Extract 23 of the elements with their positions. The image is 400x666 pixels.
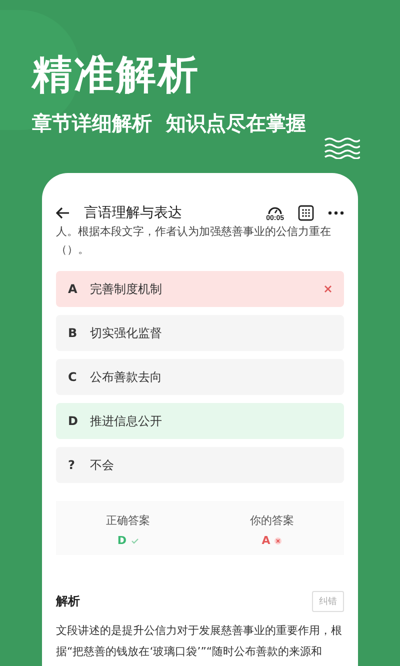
answer-option[interactable]: B 切实强化监督 — [56, 315, 344, 351]
cross-icon — [274, 536, 282, 544]
answer-option[interactable]: ? 不会 — [56, 447, 344, 483]
answer-label: 你的答案 — [250, 513, 294, 528]
cross-icon — [324, 285, 332, 293]
analysis-text: 文段讲述的是提升公信力对于发展慈善事业的重要作用，根据“把慈善的钱放在‘玻璃口袋’”“随时公布善款的来源和 — [56, 623, 343, 660]
more-button[interactable] — [328, 211, 344, 215]
answer-label: 正确答案 — [106, 513, 150, 528]
header-title: 言语理解与表达 — [84, 204, 183, 222]
answer-option[interactable]: A 完善制度机制 — [56, 271, 344, 307]
wave-icon — [324, 137, 360, 159]
answer-option[interactable]: C 公布善款去向 — [56, 359, 344, 395]
answer-sheet-button[interactable] — [298, 205, 314, 221]
question-text: 人。根据本段文字，作者认为加强慈善事业的公信力重在（）。 — [56, 224, 332, 258]
answer-value: D — [117, 534, 127, 547]
back-button[interactable] — [56, 207, 70, 219]
banner-title: 精准解析 — [32, 51, 201, 100]
gauge-icon — [267, 204, 284, 214]
answer-option[interactable]: D 推进信息公开 — [56, 403, 344, 439]
answer-value: A — [262, 534, 270, 547]
check-icon — [130, 536, 139, 544]
banner-subtitle: 章节详细解析 知识点尽在掌握 — [32, 110, 307, 137]
analysis-title: 解析 — [56, 593, 80, 610]
